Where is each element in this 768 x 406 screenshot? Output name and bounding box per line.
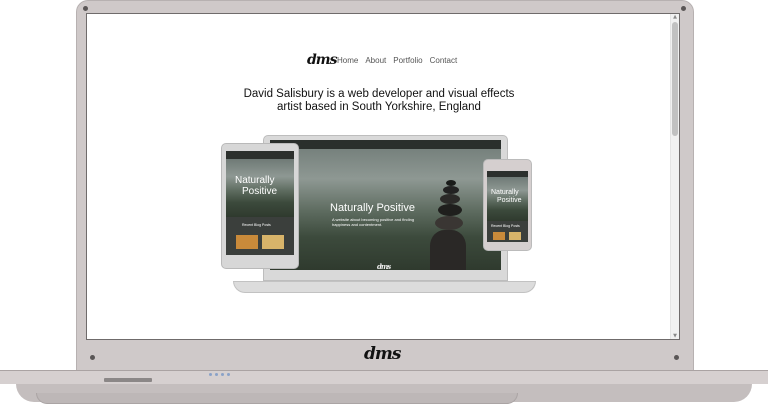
stone-2 — [443, 186, 459, 194]
mockup-laptop-subtitle: A website about becoming positive and fi… — [332, 217, 414, 227]
mockup-laptop-logo: dms — [377, 262, 391, 270]
nav-home[interactable]: Home — [337, 56, 358, 65]
stone-3 — [440, 194, 460, 204]
mockup-laptop-base — [233, 281, 536, 293]
stone-4 — [438, 204, 462, 216]
frame-screw-top-left — [83, 6, 88, 11]
laptop-base-lip — [36, 393, 518, 404]
scroll-up-icon[interactable]: ▲ — [672, 14, 678, 20]
scroll-thumb[interactable] — [672, 22, 678, 136]
bezel-logo: dms — [364, 344, 401, 364]
mockup-laptop-navbar — [270, 140, 501, 149]
mockup-tablet-thumb-2 — [262, 235, 284, 249]
mockup-tablet-heading-1: Naturally — [235, 175, 275, 186]
mockup-phone-heading-2: Positive — [497, 197, 522, 204]
stone-5 — [435, 216, 463, 230]
mockup-tablet-screen: Naturally Positive Recent Blog Posts — [226, 151, 294, 255]
mockup-phone-thumb-2 — [509, 232, 521, 240]
mockup-phone-section: Recent Blog Posts — [491, 224, 520, 228]
indicator-light-4 — [227, 373, 230, 376]
frame-screw-top-right — [681, 6, 686, 11]
nav-contact[interactable]: Contact — [430, 56, 458, 65]
site-logo[interactable]: dms — [307, 52, 338, 68]
mockup-tablet-heading: Naturally Positive — [235, 175, 277, 197]
mockup-phone-heading-1: Naturally — [491, 189, 519, 196]
mockup-tablet-thumb-1 — [236, 235, 258, 249]
mockup-phone-heading: Naturally Positive — [491, 189, 522, 205]
indicator-light-1 — [209, 373, 212, 376]
mockup-laptop-heading: Naturally Positive — [330, 202, 415, 214]
nav-about[interactable]: About — [365, 56, 386, 65]
mockup-tablet-section: Recent Blog Posts — [242, 223, 271, 227]
headline-line-2: artist based in South Yorkshire, England — [277, 101, 481, 113]
laptop-vent — [104, 378, 152, 382]
page-scrollbar[interactable]: ▲ ▼ — [670, 14, 679, 339]
frame-screw-bottom-left — [90, 355, 95, 360]
indicator-light-3 — [221, 373, 224, 376]
mockup-phone-screen: Naturally Positive Recent Blog Posts — [487, 171, 528, 242]
indicator-light-2 — [215, 373, 218, 376]
scroll-down-icon[interactable]: ▼ — [672, 333, 678, 339]
mockup-laptop-subtitle-2: happiness and contentment. — [332, 222, 383, 227]
site-nav: Home About Portfolio Contact — [337, 56, 457, 65]
mockup-tablet-heading-2: Positive — [242, 186, 278, 197]
mockup-laptop-screen: Naturally Positive A website about becom… — [270, 140, 501, 270]
mockup-tablet-navbar — [226, 151, 294, 159]
mockup-phone-thumb-1 — [493, 232, 505, 240]
frame-screw-bottom-right — [674, 355, 679, 360]
browser-viewport: ▲ ▼ dms Home About Portfolio Contact Dav… — [86, 13, 680, 340]
nav-portfolio[interactable]: Portfolio — [393, 56, 422, 65]
hero-headline: David Salisbury is a web developer and v… — [87, 88, 671, 114]
headline-line-1: David Salisbury is a web developer and v… — [243, 88, 515, 100]
stone-base — [430, 230, 466, 270]
